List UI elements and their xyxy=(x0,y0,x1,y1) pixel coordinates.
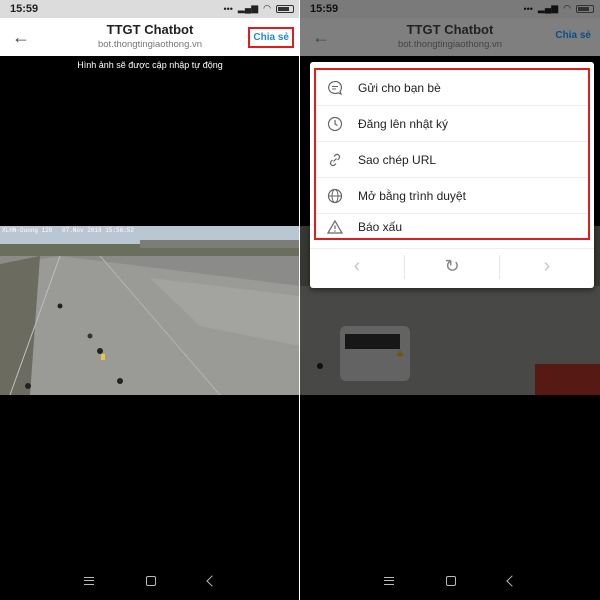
screen-left: 15:59 ••• ▂▄▆ ◠ ← TTGT Chatbot bot.thong… xyxy=(0,0,300,600)
camera-location-label: XLHN-Duong 120 xyxy=(2,227,53,234)
status-bar: 15:59 ••• ▂▄▆ ◠ xyxy=(0,0,300,18)
app-bar: ← TTGT Chatbot bot.thongtingiaothong.vn … xyxy=(300,18,600,56)
browser-controls: ‹ ↻ › xyxy=(310,248,594,284)
home-icon[interactable] xyxy=(446,576,456,586)
menu-item-send-to-friends[interactable]: Gửi cho bạn bè xyxy=(316,70,588,106)
system-nav-bar xyxy=(0,562,300,600)
menu-item-copy-url[interactable]: Sao chép URL xyxy=(316,142,588,178)
recents-icon[interactable] xyxy=(84,577,94,585)
auto-update-caption: Hình ảnh sẽ được cập nhập tự động xyxy=(77,60,223,70)
menu-highlight-box: Gửi cho bạn bè Đăng lên nhật ký Sao chép… xyxy=(314,68,590,240)
wifi-icon: ◠ xyxy=(263,3,271,13)
menu-item-label: Đăng lên nhật ký xyxy=(358,116,449,131)
status-time: 15:59 xyxy=(10,3,39,15)
globe-icon xyxy=(326,187,344,205)
status-bar: 15:59 ••• ▂▄▆ ◠ xyxy=(300,0,600,18)
app-bar: ← TTGT Chatbot bot.thongtingiaothong.vn … xyxy=(0,18,300,56)
menu-item-label: Báo xấu xyxy=(358,220,403,234)
recents-icon[interactable] xyxy=(384,577,394,585)
browser-back-icon[interactable]: ‹ xyxy=(310,255,404,278)
screen-right: 15:59 ••• ▂▄▆ ◠ ← TTGT Chatbot bot.thong… xyxy=(300,0,600,600)
camera-timestamp: 07.Nov 2018 15:58:52 xyxy=(62,227,135,234)
warning-icon xyxy=(326,218,344,236)
notification-icon: ••• xyxy=(223,3,233,14)
battery-icon xyxy=(276,4,294,13)
share-button[interactable]: Chia sẻ xyxy=(552,27,594,44)
status-icons: ••• ▂▄▆ ◠ xyxy=(223,3,294,14)
camera-scene-graphic xyxy=(0,226,300,395)
share-button[interactable]: Chia sẻ xyxy=(248,27,294,48)
browser-forward-icon[interactable]: › xyxy=(500,255,594,278)
nav-back-icon[interactable] xyxy=(206,575,218,587)
signal-icon: ▂▄▆ xyxy=(537,3,559,13)
home-icon[interactable] xyxy=(146,576,156,586)
chat-bubble-icon xyxy=(326,79,344,97)
menu-item-open-browser[interactable]: Mở bằng trình duyệt xyxy=(316,178,588,214)
status-time: 15:59 xyxy=(310,3,339,15)
battery-icon xyxy=(576,4,594,13)
menu-item-report[interactable]: Báo xấu xyxy=(316,214,588,240)
traffic-camera-image: XLHN-Duong 120 07.Nov 2018 15:58:52 xyxy=(0,226,300,395)
status-icons: ••• ▂▄▆ ◠ xyxy=(523,3,594,14)
signal-icon: ▂▄▆ xyxy=(237,3,259,13)
menu-item-label: Gửi cho bạn bè xyxy=(358,80,441,95)
link-icon xyxy=(326,151,344,169)
menu-item-label: Sao chép URL xyxy=(358,152,437,167)
clock-icon xyxy=(326,115,344,133)
system-nav-bar xyxy=(300,562,600,600)
reload-icon[interactable]: ↻ xyxy=(405,256,499,277)
share-menu: Gửi cho bạn bè Đăng lên nhật ký Sao chép… xyxy=(310,62,594,288)
notification-icon: ••• xyxy=(523,3,533,14)
nav-back-icon[interactable] xyxy=(506,575,518,587)
menu-item-label: Mở bằng trình duyệt xyxy=(358,188,466,203)
menu-item-post-diary[interactable]: Đăng lên nhật ký xyxy=(316,106,588,142)
wifi-icon: ◠ xyxy=(563,3,571,13)
